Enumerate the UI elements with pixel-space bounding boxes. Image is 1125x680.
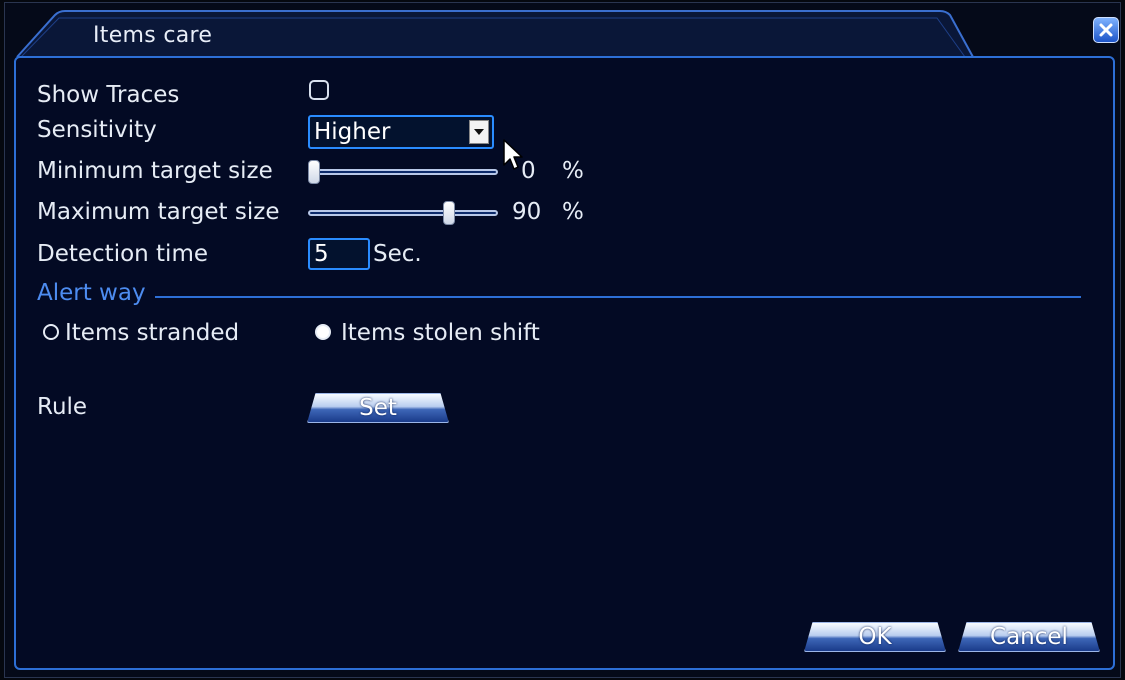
title-bar: Items care	[15, 9, 975, 58]
close-icon	[1099, 23, 1113, 37]
detection-time-unit: Sec.	[373, 241, 422, 267]
alert-way-title: Alert way	[37, 280, 146, 306]
sensitivity-select[interactable]: Higher	[308, 115, 494, 149]
cancel-button-label: Cancel	[990, 624, 1068, 650]
show-traces-checkbox[interactable]	[309, 80, 329, 100]
slider-thumb[interactable]	[443, 201, 456, 225]
detection-time-value: 5	[314, 241, 329, 267]
ok-button-label: OK	[858, 624, 892, 650]
slider-track	[308, 169, 498, 175]
max-target-label: Maximum target size	[37, 199, 280, 225]
max-target-value: 90	[512, 199, 542, 225]
window-title: Items care	[93, 23, 213, 48]
ok-button[interactable]: OK	[804, 622, 946, 652]
min-target-label: Minimum target size	[37, 158, 273, 184]
rule-label: Rule	[37, 394, 88, 420]
slider-thumb[interactable]	[308, 160, 320, 184]
close-button[interactable]	[1093, 17, 1119, 43]
set-rule-button[interactable]: Set	[307, 393, 449, 423]
slider-track	[308, 210, 498, 216]
items-stranded-radio[interactable]	[43, 324, 59, 340]
items-stranded-label[interactable]: Items stranded	[65, 320, 239, 346]
sensitivity-value: Higher	[314, 119, 391, 145]
set-rule-button-label: Set	[359, 395, 397, 421]
detection-time-input[interactable]: 5	[308, 238, 370, 270]
min-target-unit: %	[562, 158, 584, 184]
items-stolen-shift-radio[interactable]	[315, 324, 331, 340]
items-stolen-shift-label[interactable]: Items stolen shift	[341, 320, 540, 346]
max-target-unit: %	[562, 199, 584, 225]
max-target-slider[interactable]	[308, 201, 498, 225]
chevron-down-icon[interactable]	[469, 120, 489, 144]
cancel-button[interactable]: Cancel	[958, 622, 1100, 652]
min-target-slider[interactable]	[308, 160, 498, 184]
detection-time-label: Detection time	[37, 241, 209, 267]
show-traces-label: Show Traces	[37, 82, 180, 108]
sensitivity-label: Sensitivity	[37, 117, 157, 143]
mouse-cursor-icon	[503, 139, 523, 170]
content-panel	[14, 56, 1115, 670]
section-divider	[155, 296, 1081, 298]
